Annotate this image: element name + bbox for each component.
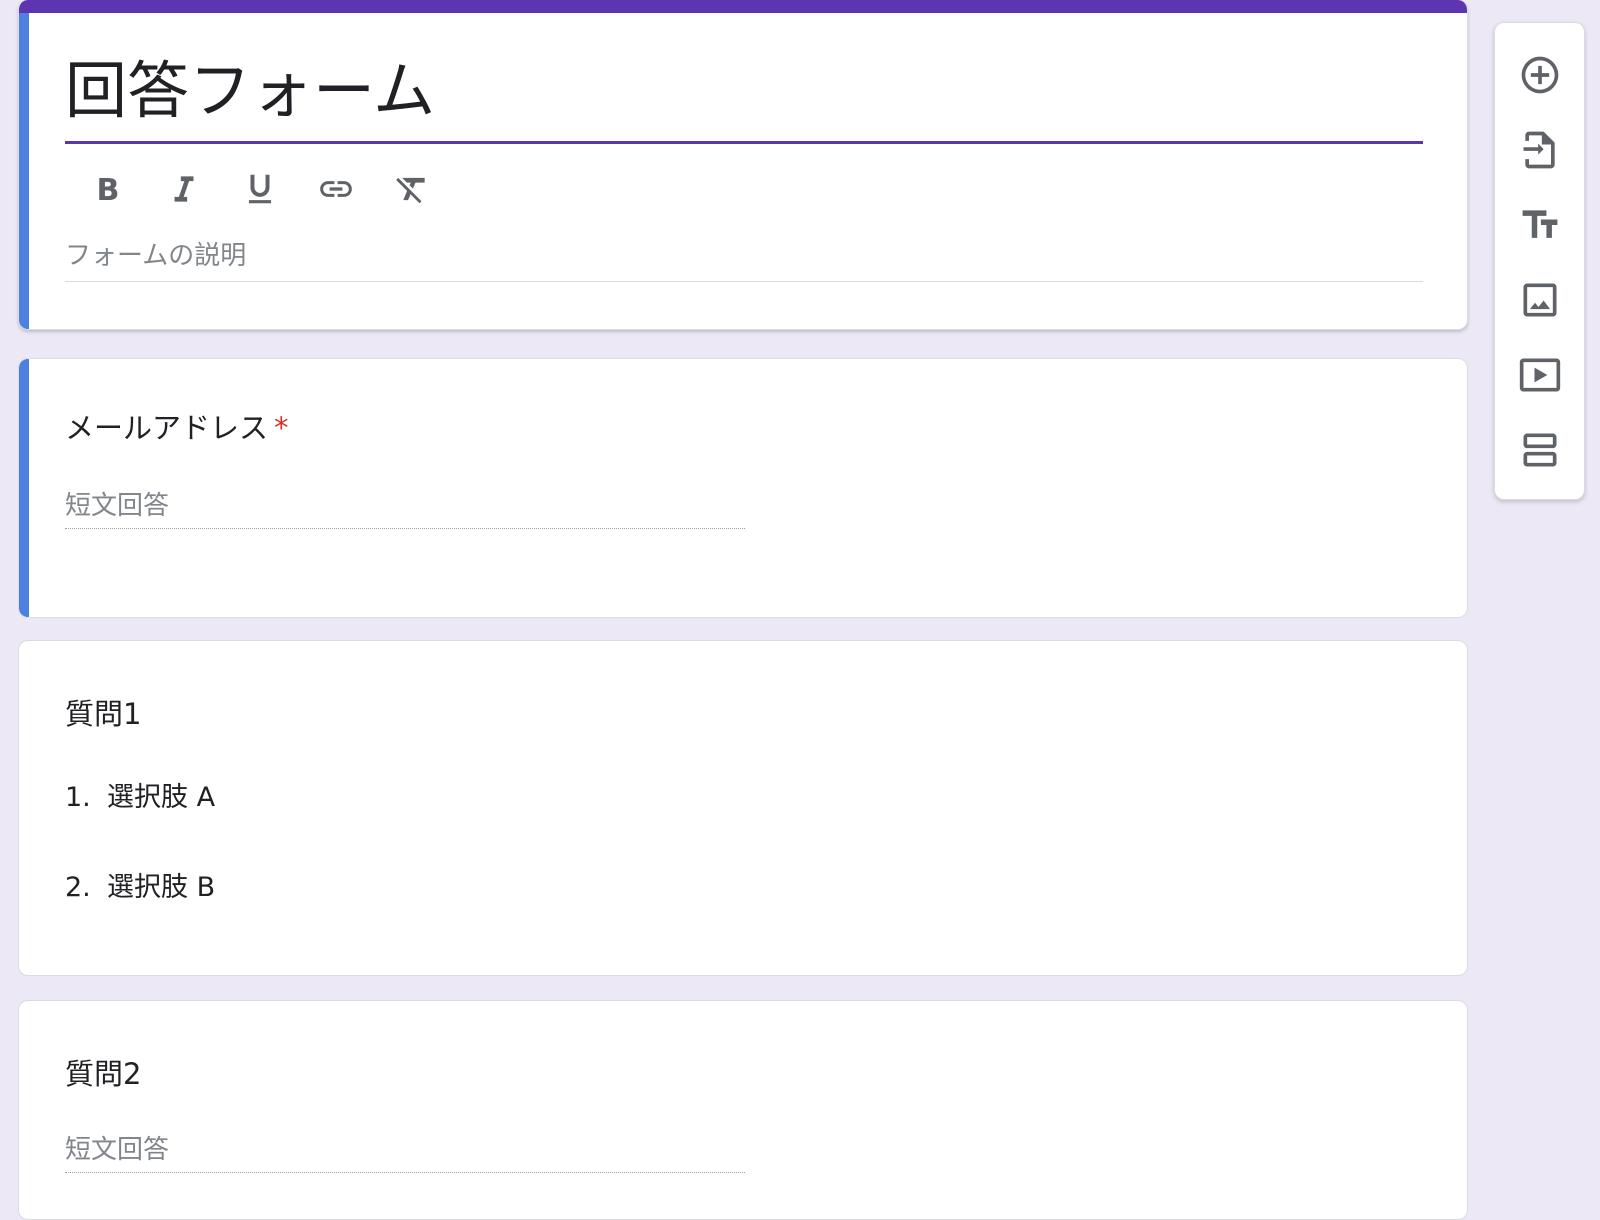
- add-section-icon: [1523, 433, 1557, 467]
- clear-format-button[interactable]: [389, 166, 435, 212]
- question-card-2[interactable]: 質問2 短文回答: [18, 1000, 1468, 1220]
- bold-icon: B: [97, 173, 120, 208]
- short-answer-field[interactable]: 短文回答: [65, 1135, 745, 1173]
- side-toolbar: [1494, 22, 1585, 500]
- add-title-button[interactable]: [1513, 198, 1567, 252]
- theme-color-bar: [19, 0, 1467, 13]
- add-video-button[interactable]: [1513, 348, 1567, 402]
- add-question-icon: [1521, 56, 1559, 94]
- add-title-icon: [1522, 210, 1558, 238]
- option-label: 選択肢 B: [107, 872, 216, 903]
- short-answer-field[interactable]: 短文回答: [65, 491, 745, 529]
- add-image-button[interactable]: [1513, 273, 1567, 327]
- add-video-icon: [1519, 358, 1561, 392]
- question-card-email[interactable]: メールアドレス * 短文回答: [18, 358, 1468, 618]
- option-number: 1.: [65, 782, 91, 813]
- import-questions-icon: [1523, 131, 1555, 169]
- form-description-input[interactable]: フォームの説明: [65, 240, 1423, 282]
- import-questions-button[interactable]: [1513, 123, 1567, 177]
- option-label: 選択肢 A: [107, 782, 216, 813]
- question-title-text: メールアドレス: [65, 411, 269, 445]
- underline-button[interactable]: [237, 166, 283, 212]
- link-icon: [320, 181, 352, 197]
- question-title: 質問1: [65, 697, 142, 731]
- option-item[interactable]: 2. 選択肢 B: [65, 865, 215, 904]
- question-title: 質問2: [65, 1057, 142, 1091]
- italic-button[interactable]: [161, 166, 207, 212]
- link-button[interactable]: [313, 166, 359, 212]
- question-card-1[interactable]: 質問1 1. 選択肢 A 2. 選択肢 B: [18, 640, 1468, 976]
- svg-text:B: B: [97, 173, 120, 208]
- add-image-icon: [1523, 283, 1557, 317]
- add-question-button[interactable]: [1513, 48, 1567, 102]
- add-section-button[interactable]: [1513, 423, 1567, 477]
- italic-icon: [174, 176, 194, 202]
- clear-format-icon: [396, 177, 425, 204]
- option-number: 2.: [65, 872, 91, 903]
- format-toolbar: B: [85, 166, 435, 212]
- underline-icon: [248, 174, 272, 204]
- required-asterisk: *: [274, 411, 289, 445]
- form-title-input[interactable]: 回答フォーム: [65, 50, 1423, 144]
- question-title: メールアドレス *: [65, 405, 289, 447]
- bold-button[interactable]: B: [85, 166, 131, 212]
- form-title-card[interactable]: 回答フォーム B フォームの説明: [18, 0, 1468, 330]
- option-item[interactable]: 1. 選択肢 A: [65, 775, 215, 814]
